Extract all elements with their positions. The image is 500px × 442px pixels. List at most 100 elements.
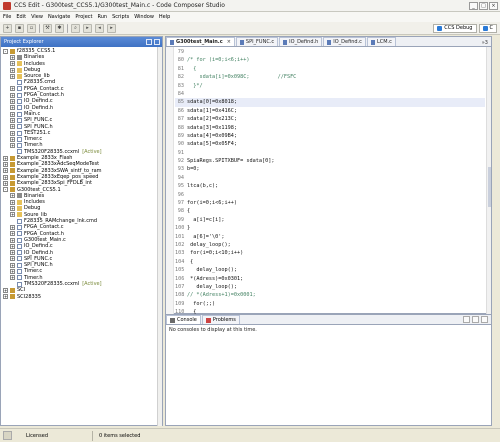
expand-icon[interactable]: +: [10, 231, 15, 237]
code-line[interactable]: 89 sdata[4]=0x09B4;: [175, 132, 485, 140]
expand-icon[interactable]: +: [10, 92, 15, 98]
code-line[interactable]: 97 for(i=0;i<6;i++): [175, 199, 485, 207]
expand-icon[interactable]: +: [10, 86, 15, 92]
run-icon[interactable]: ▸: [83, 23, 92, 33]
code-line[interactable]: 104 {: [175, 258, 485, 266]
menu-scripts[interactable]: Scripts: [112, 14, 129, 20]
editor-scrollbar[interactable]: [486, 47, 491, 314]
new-icon[interactable]: +: [3, 23, 12, 33]
code-line[interactable]: 96: [175, 191, 485, 199]
debug-icon[interactable]: ✱: [55, 23, 64, 33]
expand-icon[interactable]: +: [10, 105, 15, 111]
expand-icon[interactable]: +: [10, 111, 15, 117]
tree-item[interactable]: + SCI28335: [1, 294, 162, 300]
menu-run[interactable]: Run: [97, 14, 107, 20]
open-console-icon[interactable]: [463, 316, 470, 323]
code-line[interactable]: 98{: [175, 207, 485, 215]
expand-icon[interactable]: +: [10, 212, 15, 218]
expand-icon[interactable]: +: [10, 73, 15, 79]
expand-icon[interactable]: +: [10, 256, 15, 262]
expand-icon[interactable]: +: [3, 287, 8, 293]
expand-icon[interactable]: +: [10, 262, 15, 268]
minimize-view-icon[interactable]: [472, 316, 479, 323]
expand-icon[interactable]: +: [3, 168, 8, 174]
code-line[interactable]: 95 ltca(b,c);: [175, 182, 485, 190]
code-line[interactable]: 90 sdata[5]=0x05F4;: [175, 140, 485, 148]
maximize-view-icon[interactable]: [154, 39, 160, 45]
expand-icon[interactable]: +: [3, 155, 8, 161]
editor-tab[interactable]: LCM.c: [366, 37, 396, 46]
code-line[interactable]: 94: [175, 174, 485, 182]
expand-icon[interactable]: +: [3, 294, 8, 300]
code-line[interactable]: 108// *(Adress+1)=0x0001;: [175, 291, 485, 299]
code-line[interactable]: 109 for(;;): [175, 300, 485, 308]
code-line[interactable]: 85 sdata[0]=0x8018;: [175, 98, 485, 107]
expand-icon[interactable]: +: [10, 136, 15, 142]
minimize-view-icon[interactable]: [146, 39, 152, 45]
code-line[interactable]: 91: [175, 149, 485, 157]
forward-icon[interactable]: ▸: [107, 23, 116, 33]
expand-icon[interactable]: +: [10, 61, 15, 67]
code-line[interactable]: 87 sdata[2]=0x213C;: [175, 115, 485, 123]
editor-scroll-thumb[interactable]: [488, 167, 491, 207]
save-all-icon[interactable]: ▫: [27, 23, 36, 33]
menu-file[interactable]: File: [3, 14, 11, 20]
code-line[interactable]: 84: [175, 90, 485, 98]
expand-icon[interactable]: +: [10, 54, 15, 60]
build-icon[interactable]: ⚒: [43, 23, 52, 33]
code-line[interactable]: 93 b=0;: [175, 165, 485, 173]
collapse-icon[interactable]: -: [3, 48, 8, 54]
menu-window[interactable]: Window: [134, 14, 154, 20]
expand-icon[interactable]: +: [10, 237, 15, 243]
expand-icon[interactable]: +: [10, 193, 15, 199]
expand-icon[interactable]: +: [10, 67, 15, 73]
code-line[interactable]: 102 delay_loop();: [175, 241, 485, 249]
menu-edit[interactable]: Edit: [16, 14, 26, 20]
editor-tab[interactable]: IO_Defind.c: [323, 37, 366, 46]
editor-tab[interactable]: IO_Defind.h: [279, 37, 323, 46]
code-line[interactable]: 83 }*/: [175, 82, 485, 90]
code-line[interactable]: 103 for(i=0;i<10;i++): [175, 249, 485, 257]
expand-icon[interactable]: +: [10, 199, 15, 205]
minimize-icon[interactable]: _: [469, 1, 478, 10]
code-line[interactable]: 81 {: [175, 65, 485, 73]
code-line[interactable]: 86 sdata[1]=0x416C;: [175, 107, 485, 115]
menu-project[interactable]: Project: [75, 14, 92, 20]
code-line[interactable]: 105 delay_loop();: [175, 266, 485, 274]
expand-icon[interactable]: +: [10, 143, 15, 149]
expand-icon[interactable]: +: [10, 124, 15, 130]
maximize-view-icon[interactable]: [481, 316, 488, 323]
code-line[interactable]: 101 a[6]='\0';: [175, 233, 485, 241]
expand-icon[interactable]: +: [10, 99, 15, 105]
save-icon[interactable]: ▪: [15, 23, 24, 33]
code-line[interactable]: 82 sdata[i]=0x098C; //FSFC: [175, 73, 485, 81]
menu-navigate[interactable]: Navigate: [48, 14, 70, 20]
perspective-ccs-debug[interactable]: CCS Debug: [433, 23, 477, 33]
expand-icon[interactable]: +: [3, 161, 8, 167]
expand-icon[interactable]: +: [10, 243, 15, 249]
back-icon[interactable]: ◂: [95, 23, 104, 33]
expand-icon[interactable]: +: [3, 174, 8, 180]
perspective-c[interactable]: C: [478, 23, 497, 33]
expand-icon[interactable]: +: [10, 117, 15, 123]
close-icon[interactable]: ×: [489, 1, 498, 10]
expand-icon[interactable]: +: [10, 206, 15, 212]
expand-icon[interactable]: +: [10, 224, 15, 230]
code-line[interactable]: 107 delay_loop();: [175, 283, 485, 291]
tab-problems[interactable]: Problems: [201, 315, 240, 324]
editor-tab[interactable]: SPI_FUNC.c: [235, 37, 279, 46]
expand-icon[interactable]: +: [10, 269, 15, 275]
search-icon[interactable]: ⌕: [71, 23, 80, 33]
expand-icon[interactable]: +: [10, 130, 15, 136]
more-tabs-button[interactable]: »3: [482, 40, 491, 46]
tab-console[interactable]: Console: [166, 315, 201, 324]
code-line[interactable]: 100}: [175, 224, 485, 232]
maximize-icon[interactable]: □: [479, 1, 488, 10]
code-line[interactable]: 80/* for (i=0;i<6;i++): [175, 56, 485, 64]
expand-icon[interactable]: +: [3, 180, 8, 186]
code-line[interactable]: 88 sdata[3]=0x1198;: [175, 124, 485, 132]
code-line[interactable]: 106 *(Adress)=0x0301;: [175, 275, 485, 283]
code-area[interactable]: 79 80/* for (i=0;i<6;i++) 81 {82 sdata[i]=…: [166, 47, 491, 314]
menu-help[interactable]: Help: [159, 14, 170, 20]
code-line[interactable]: 99 a[i]=c[i];: [175, 216, 485, 224]
